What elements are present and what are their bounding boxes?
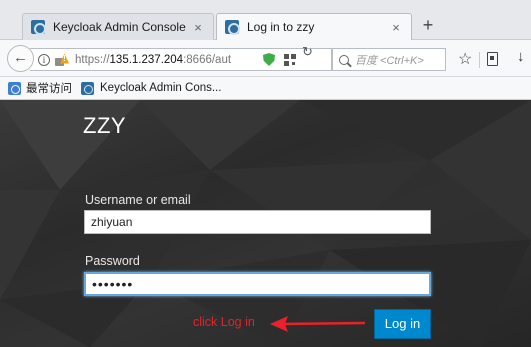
info-icon[interactable]: i bbox=[38, 53, 50, 66]
tab-strip: Keycloak Admin Console × Log in to zzy ×… bbox=[0, 0, 531, 41]
bookmark-label: Keycloak Admin Cons... bbox=[100, 82, 222, 94]
toolbar-divider bbox=[479, 52, 480, 68]
bookmarks-bar: 最常访问 Keycloak Admin Cons... bbox=[0, 77, 531, 100]
most-visited-icon bbox=[8, 81, 21, 95]
shield-icon[interactable] bbox=[263, 53, 275, 66]
tab-title: Log in to zzy bbox=[247, 20, 315, 34]
url-text[interactable]: https://135.1.237.204:8666/aut bbox=[75, 54, 257, 66]
search-bar[interactable]: 百度 <Ctrl+K> bbox=[332, 48, 446, 71]
address-bar[interactable]: i https://135.1.237.204:8666/aut bbox=[30, 48, 332, 71]
bookmark-most-visited[interactable]: 最常访问 bbox=[8, 80, 72, 96]
keycloak-favicon-icon bbox=[225, 20, 240, 35]
password-input[interactable] bbox=[84, 272, 431, 296]
keycloak-icon bbox=[81, 81, 94, 95]
login-page: ZZY Username or email Password click Log… bbox=[0, 100, 531, 347]
reload-icon[interactable]: ↻ bbox=[302, 44, 313, 60]
tab-log-in[interactable]: Log in to zzy × bbox=[216, 13, 412, 41]
bookmark-keycloak-admin[interactable]: Keycloak Admin Cons... bbox=[81, 81, 222, 95]
login-button[interactable]: Log in bbox=[374, 309, 431, 339]
close-icon[interactable]: × bbox=[389, 20, 403, 35]
navigation-bar: i https://135.1.237.204:8666/aut ← ↻ 百度 … bbox=[0, 40, 531, 77]
qr-code-icon[interactable] bbox=[284, 53, 296, 66]
keycloak-favicon-icon bbox=[31, 20, 46, 35]
bookmarks-library-icon[interactable] bbox=[487, 52, 498, 66]
realm-title: ZZY bbox=[83, 113, 127, 138]
search-icon bbox=[339, 54, 349, 65]
back-button[interactable]: ← bbox=[7, 45, 34, 72]
bookmark-label: 最常访问 bbox=[26, 83, 72, 95]
close-icon[interactable]: × bbox=[191, 20, 205, 35]
password-label: Password bbox=[85, 254, 140, 268]
tab-keycloak-admin-console[interactable]: Keycloak Admin Console × bbox=[22, 13, 214, 40]
username-label: Username or email bbox=[85, 193, 191, 207]
star-icon[interactable]: ☆ bbox=[458, 49, 472, 69]
download-icon[interactable]: ↓ bbox=[517, 48, 525, 65]
username-input[interactable] bbox=[84, 210, 431, 234]
new-tab-button[interactable]: + bbox=[418, 15, 438, 37]
tab-title: Keycloak Admin Console bbox=[53, 20, 186, 34]
insecure-lock-icon[interactable] bbox=[54, 54, 68, 66]
red-arrow-icon bbox=[270, 316, 366, 332]
annotation-text: click Log in bbox=[193, 315, 255, 329]
search-placeholder: 百度 <Ctrl+K> bbox=[355, 54, 424, 67]
back-arrow-icon: ← bbox=[13, 49, 28, 66]
